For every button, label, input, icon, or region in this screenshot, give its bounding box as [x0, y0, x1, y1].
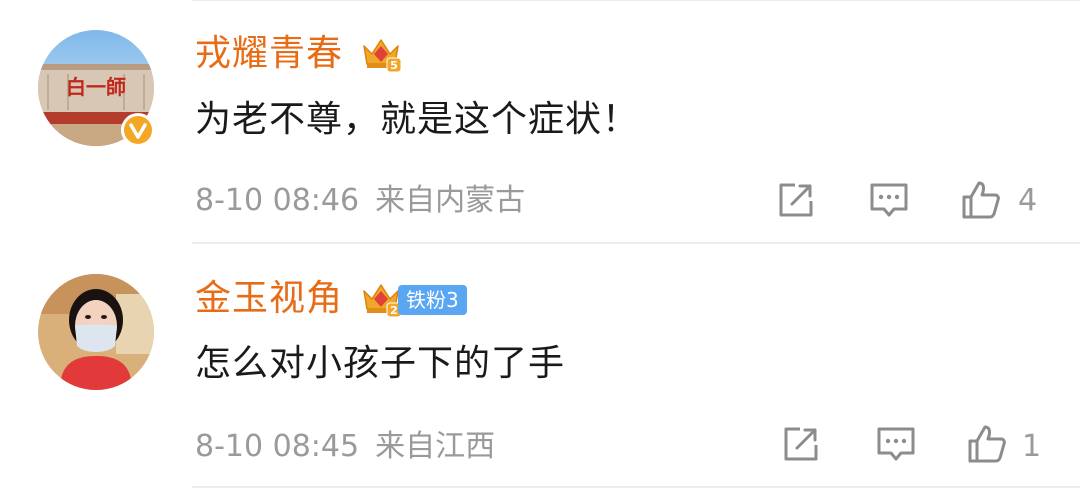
avatar-photo-woman-mask [38, 274, 154, 390]
comment-time: 8-10 08:46 [195, 183, 360, 218]
comment-time: 8-10 08:45 [195, 429, 360, 464]
comment-text: 怎么对小孩子下的了手 [195, 343, 566, 384]
crown-member-icon[interactable]: 5 [360, 32, 402, 74]
repost-icon[interactable] [775, 179, 817, 221]
like-thumbs-up-icon[interactable] [960, 179, 1002, 221]
comment-reply-icon[interactable] [868, 179, 910, 221]
comment-reply-icon[interactable] [875, 423, 917, 465]
comment-meta: 8-10 08:46 来自内蒙古 [195, 181, 525, 221]
like-count: 4 [1018, 183, 1038, 218]
crown-level: 5 [390, 59, 398, 72]
avatar-sign-text: 白一師 [66, 75, 126, 99]
repost-icon[interactable] [780, 423, 822, 465]
username[interactable]: 金玉视角 [195, 277, 343, 321]
comment-item: 白一師 戎耀青春 5 为老不尊，就是这个症状！ 8-10 08:46 来自内蒙古 [0, 0, 1080, 244]
comment-item: 金玉视角 2 铁粉3 怎么对小孩子下的了手 8-10 08:45 来自江西 1 [0, 250, 1080, 494]
comment-text: 为老不尊，就是这个症状！ [195, 99, 640, 140]
fan-badge[interactable]: 铁粉3 [398, 285, 467, 315]
comment-location: 来自江西 [375, 429, 496, 464]
crown-member-icon[interactable]: 2 [360, 277, 402, 319]
comment-divider [192, 242, 1080, 244]
crown-level: 2 [390, 304, 398, 317]
username[interactable]: 戎耀青春 [195, 32, 343, 76]
like-count: 1 [1022, 429, 1042, 464]
comment-list: 白一師 戎耀青春 5 为老不尊，就是这个症状！ 8-10 08:46 来自内蒙古 [0, 0, 1080, 498]
comment-divider [192, 486, 1080, 488]
comment-location: 来自内蒙古 [375, 183, 526, 218]
comment-meta: 8-10 08:45 来自江西 [195, 427, 495, 467]
user-avatar[interactable] [38, 274, 154, 390]
like-thumbs-up-icon[interactable] [966, 423, 1008, 465]
verified-badge-icon [121, 113, 155, 147]
